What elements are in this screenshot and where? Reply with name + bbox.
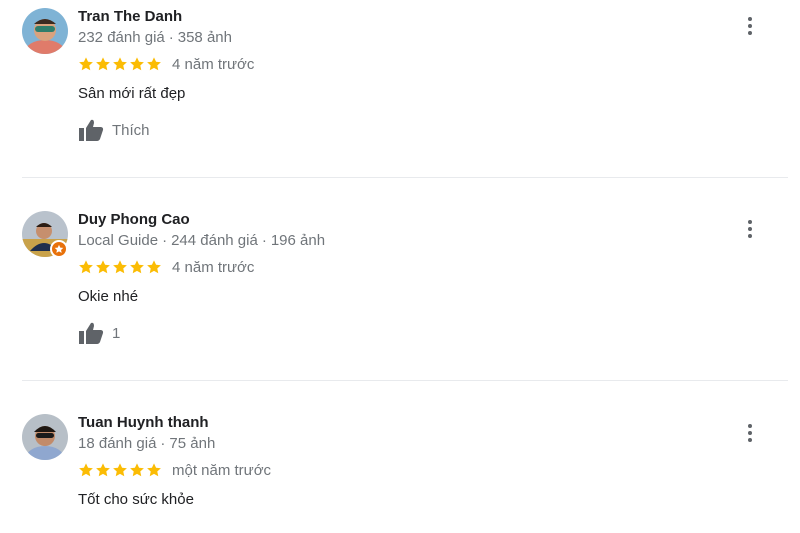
user-avatar[interactable] — [22, 414, 68, 460]
separator-dot: · — [261, 232, 267, 249]
more-options-icon[interactable] — [738, 421, 762, 445]
more-dot — [748, 220, 752, 224]
reviewer-meta: 232 đánh giá · 358 ảnh — [78, 29, 232, 46]
reviewer-meta: 18 đánh giá · 75 ảnh — [78, 435, 215, 452]
separator-dot: · — [160, 435, 166, 452]
photo-count: 358 ảnh — [177, 29, 232, 46]
star-icon — [147, 57, 161, 71]
star-icon — [130, 260, 144, 274]
star-rating — [78, 462, 162, 478]
more-dot — [748, 24, 752, 28]
like-count: 1 — [112, 324, 121, 342]
more-options-icon[interactable] — [738, 217, 762, 241]
reviewer-name[interactable]: Duy Phong Cao — [78, 211, 190, 228]
review-text: Tốt cho sức khỏe — [78, 491, 194, 508]
star-icon — [96, 463, 110, 477]
star-icon — [113, 463, 127, 477]
rating-row: 4 năm trước — [78, 55, 254, 73]
divider — [22, 177, 788, 178]
star-icon — [96, 57, 110, 71]
star-rating — [78, 56, 162, 72]
review-time: 4 năm trước — [172, 258, 255, 276]
star-icon — [79, 57, 93, 71]
star-icon — [147, 260, 161, 274]
local-guide-label: Local Guide — [78, 232, 159, 249]
review-count: 232 đánh giá — [78, 29, 165, 46]
star-rating — [78, 259, 162, 275]
rating-row: 4 năm trước — [78, 258, 254, 276]
star-icon — [130, 57, 144, 71]
review-time: một năm trước — [172, 461, 272, 479]
star-icon — [113, 260, 127, 274]
more-dot — [748, 234, 752, 238]
review-text: Okie nhé — [78, 288, 139, 305]
more-dot — [748, 227, 752, 231]
more-dot — [748, 431, 752, 435]
like-button[interactable]: Thích — [78, 117, 150, 143]
like-label: Thích — [112, 121, 150, 139]
user-avatar[interactable] — [22, 8, 68, 54]
like-button[interactable]: 1 — [78, 320, 120, 346]
local-guide-badge-icon — [50, 240, 68, 258]
reviewer-meta: Local Guide · 244 đánh giá · 196 ảnh — [78, 232, 325, 249]
reviewer-name[interactable]: Tran The Danh — [78, 8, 182, 25]
photo-count: 196 ảnh — [270, 232, 326, 249]
star-icon — [113, 57, 127, 71]
more-dot — [748, 424, 752, 428]
more-dot — [748, 438, 752, 442]
separator-dot: · — [168, 29, 174, 46]
more-dot — [748, 17, 752, 21]
separator-dot: · — [162, 232, 168, 249]
review-count: 18 đánh giá — [78, 435, 157, 452]
photo-count: 75 ảnh — [169, 435, 216, 452]
more-dot — [748, 31, 752, 35]
star-icon — [79, 260, 93, 274]
review-text: Sân mới rất đẹp — [78, 85, 186, 102]
star-icon — [96, 260, 110, 274]
more-options-icon[interactable] — [738, 14, 762, 38]
star-icon — [147, 463, 161, 477]
rating-row: một năm trước — [78, 461, 271, 479]
reviewer-name[interactable]: Tuan Huynh thanh — [78, 414, 209, 431]
divider — [22, 380, 788, 381]
thumb-up-icon — [79, 119, 104, 141]
local-guide-star-icon — [54, 244, 64, 253]
thumb-up-icon — [79, 322, 104, 344]
review-time: 4 năm trước — [172, 55, 255, 73]
review-count: 244 đánh giá — [171, 232, 258, 249]
star-icon — [79, 463, 93, 477]
star-icon — [130, 463, 144, 477]
